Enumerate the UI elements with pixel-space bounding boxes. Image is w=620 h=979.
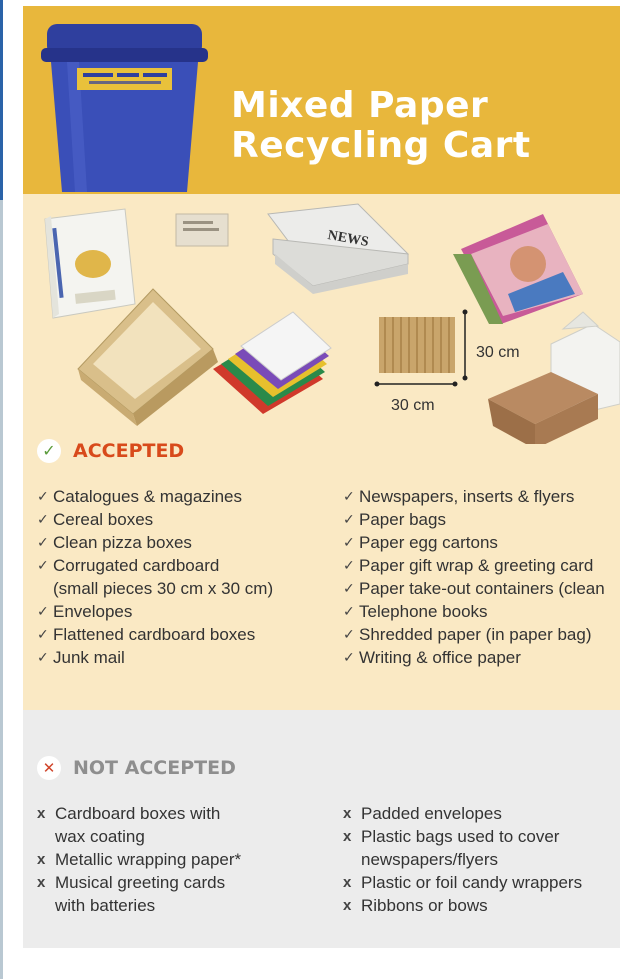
page-edge-line xyxy=(0,0,3,979)
page-edge-accent xyxy=(0,0,3,200)
check-mark-icon: ✓ xyxy=(343,626,355,642)
accepted-heading: ✓ ACCEPTED xyxy=(37,439,184,463)
check-mark-icon: ✓ xyxy=(343,511,355,527)
x-mark-icon: x xyxy=(343,897,352,914)
list-item: ✓ Catalogues & magazines xyxy=(37,487,243,506)
accepted-items-photos: NEWS xyxy=(44,203,620,444)
list-item: ✓ Shredded paper (in paper bag) xyxy=(343,625,592,644)
list-item: x Padded envelopes xyxy=(343,804,502,823)
list-item: ✓ Newspapers, inserts & flyers xyxy=(343,487,575,506)
list-item: ✓ Envelopes xyxy=(37,602,133,621)
list-item: ✓ Corrugated cardboard (small pieces 30 cm… xyxy=(37,556,274,598)
list-item: x Metallic wrapping paper* xyxy=(37,850,242,869)
check-mark-icon: ✓ xyxy=(37,488,49,504)
cross-icon: ✕ xyxy=(37,756,61,780)
takeout-containers-illustration xyxy=(488,311,620,444)
check-mark-icon: ✓ xyxy=(37,649,49,665)
check-mark-icon: ✓ xyxy=(343,557,355,573)
accepted-list-right: ✓ Newspapers, inserts & flyers ✓ Paper bag… xyxy=(343,485,620,669)
list-item: ✓ Telephone books xyxy=(343,602,488,621)
title-line-2: Recycling Cart xyxy=(231,125,531,166)
x-mark-icon: x xyxy=(343,805,352,822)
page-title: Mixed Paper Recycling Cart xyxy=(231,86,531,166)
list-item: ✓ Junk mail xyxy=(37,648,125,667)
accepted-list-left: ✓ Catalogues & magazines ✓ Cereal boxes ✓ C… xyxy=(37,485,273,669)
header-banner: Mixed Paper Recycling Cart xyxy=(23,6,620,194)
accepted-heading-text: ACCEPTED xyxy=(73,440,185,462)
list-item: ✓ Paper take-out containers (clean xyxy=(343,579,605,598)
list-item: ✓ Flattened cardboard boxes xyxy=(37,625,256,644)
list-item: x Plastic or foil candy wrappers xyxy=(343,873,583,892)
x-mark-icon: x xyxy=(343,828,352,845)
check-mark-icon: ✓ xyxy=(37,511,49,527)
dimension-height-label: 30 cm xyxy=(476,344,520,361)
list-item: x Musical greeting cards with batteries xyxy=(37,873,226,915)
x-mark-icon: x xyxy=(343,874,352,891)
x-mark-icon: x xyxy=(37,874,46,891)
check-mark-icon: ✓ xyxy=(343,534,355,550)
check-mark-icon: ✓ xyxy=(343,580,355,596)
not-accepted-heading: ✕ NOT ACCEPTED xyxy=(37,756,236,780)
check-mark-icon: ✓ xyxy=(37,603,49,619)
envelope-illustration xyxy=(175,213,229,247)
check-mark-icon: ✓ xyxy=(37,534,49,550)
x-mark-icon: x xyxy=(37,851,46,868)
list-item: x Ribbons or bows xyxy=(343,896,488,915)
title-line-1: Mixed Paper xyxy=(231,85,489,126)
list-item: ✓ Clean pizza boxes xyxy=(37,533,192,552)
not-accepted-list-left: x Cardboard boxes with wax coating x Metall… xyxy=(37,802,241,917)
x-mark-icon: x xyxy=(37,805,46,822)
list-item: ✓ Paper gift wrap & greeting card xyxy=(343,556,594,575)
list-item: ✓ Cereal boxes xyxy=(37,510,154,529)
check-mark-icon: ✓ xyxy=(343,603,355,619)
check-mark-icon: ✓ xyxy=(37,557,49,573)
not-accepted-heading-text: NOT ACCEPTED xyxy=(73,757,236,779)
check-mark-icon: ✓ xyxy=(37,626,49,642)
list-item: ✓ Paper egg cartons xyxy=(343,533,498,552)
check-mark-icon: ✓ xyxy=(343,649,355,665)
list-item: ✓ Writing & office paper xyxy=(343,648,521,667)
dimension-width-label: 30 cm xyxy=(391,397,435,414)
list-item: ✓ Paper bags xyxy=(343,510,446,529)
coloured-paper-illustration xyxy=(213,311,332,414)
list-item: x Plastic bags used to cover newspapers/fl… xyxy=(343,827,560,869)
cardboard-square-illustration xyxy=(374,309,468,387)
not-accepted-panel: ✕ NOT ACCEPTED x Cardboard boxes with wax … xyxy=(23,710,620,948)
check-icon: ✓ xyxy=(37,439,61,463)
cereal-box-illustration xyxy=(44,208,136,319)
newspaper-illustration: NEWS xyxy=(267,203,410,294)
check-mark-icon: ✓ xyxy=(343,488,355,504)
list-item: x Cardboard boxes with wax coating xyxy=(37,804,221,846)
not-accepted-list-right: x Padded envelopes x Plastic bags used to … xyxy=(343,802,582,917)
magazines-illustration xyxy=(453,214,583,324)
recycling-cart-icon xyxy=(41,24,208,192)
